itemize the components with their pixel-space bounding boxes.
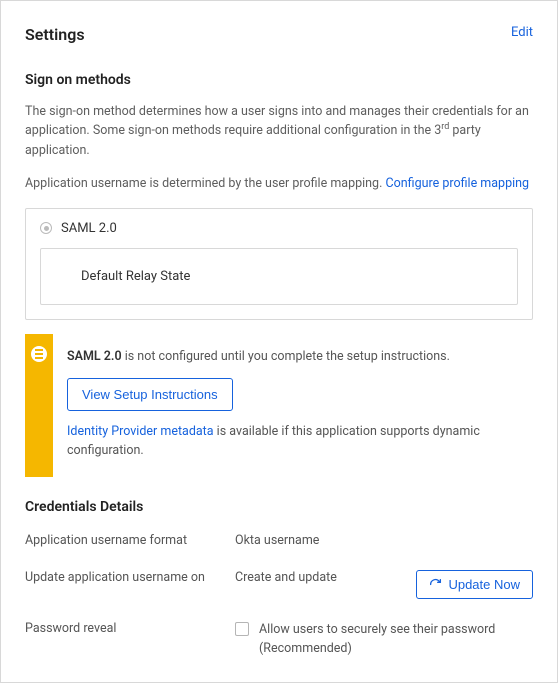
notice-line2: Identity Provider metadata is available … bbox=[67, 423, 519, 461]
identity-provider-metadata-link[interactable]: Identity Provider metadata bbox=[67, 424, 214, 439]
page-title: Settings bbox=[25, 25, 85, 44]
default-relay-state-field: Default Relay State bbox=[40, 248, 518, 305]
credentials-details-title: Credentials Details bbox=[25, 499, 533, 515]
list-icon bbox=[31, 346, 47, 362]
notice-line1: SAML 2.0 is not configured until you com… bbox=[67, 348, 519, 367]
relay-state-label: Default Relay State bbox=[81, 269, 190, 284]
username-desc-text: Application username is determined by th… bbox=[25, 176, 385, 191]
update-username-label: Update application username on bbox=[25, 570, 235, 585]
view-setup-instructions-button[interactable]: View Setup Instructions bbox=[67, 378, 233, 411]
sign-on-methods-title: Sign on methods bbox=[25, 72, 533, 88]
sign-on-description: The sign-on method determines how a user… bbox=[25, 102, 533, 160]
password-reveal-label: Password reveal bbox=[25, 621, 235, 636]
configure-profile-mapping-link[interactable]: Configure profile mapping bbox=[385, 176, 529, 191]
password-reveal-checkbox-row[interactable]: Allow users to securely see their passwo… bbox=[235, 621, 533, 659]
radio-icon bbox=[40, 222, 52, 234]
notice-body: SAML 2.0 is not configured until you com… bbox=[67, 348, 519, 461]
update-now-label: Update Now bbox=[448, 577, 520, 592]
saml-radio-label: SAML 2.0 bbox=[61, 221, 117, 236]
settings-card: Settings Edit Sign on methods The sign-o… bbox=[0, 0, 558, 683]
notice-line1-rest: is not configured until you complete the… bbox=[122, 349, 450, 364]
username-format-row: Application username format Okta usernam… bbox=[25, 533, 533, 548]
saml-radio-row[interactable]: SAML 2.0 bbox=[40, 221, 518, 236]
notice-strong: SAML 2.0 bbox=[67, 349, 122, 364]
password-reveal-row: Password reveal Allow users to securely … bbox=[25, 621, 533, 659]
refresh-icon bbox=[429, 578, 442, 591]
update-now-button[interactable]: Update Now bbox=[416, 570, 533, 599]
username-mapping-description: Application username is determined by th… bbox=[25, 174, 533, 193]
setup-notice: SAML 2.0 is not configured until you com… bbox=[25, 334, 533, 477]
checkbox-icon bbox=[235, 622, 249, 636]
card-header: Settings Edit bbox=[25, 25, 533, 44]
update-username-value: Create and update bbox=[235, 570, 337, 585]
update-username-row: Update application username on Create an… bbox=[25, 570, 533, 599]
edit-link[interactable]: Edit bbox=[511, 25, 533, 40]
notice-icon-wrap bbox=[25, 334, 53, 362]
username-format-label: Application username format bbox=[25, 533, 235, 548]
sign-on-method-box: SAML 2.0 Default Relay State bbox=[25, 208, 533, 320]
password-reveal-checkbox-text: Allow users to securely see their passwo… bbox=[259, 621, 533, 659]
username-format-value: Okta username bbox=[235, 533, 319, 548]
